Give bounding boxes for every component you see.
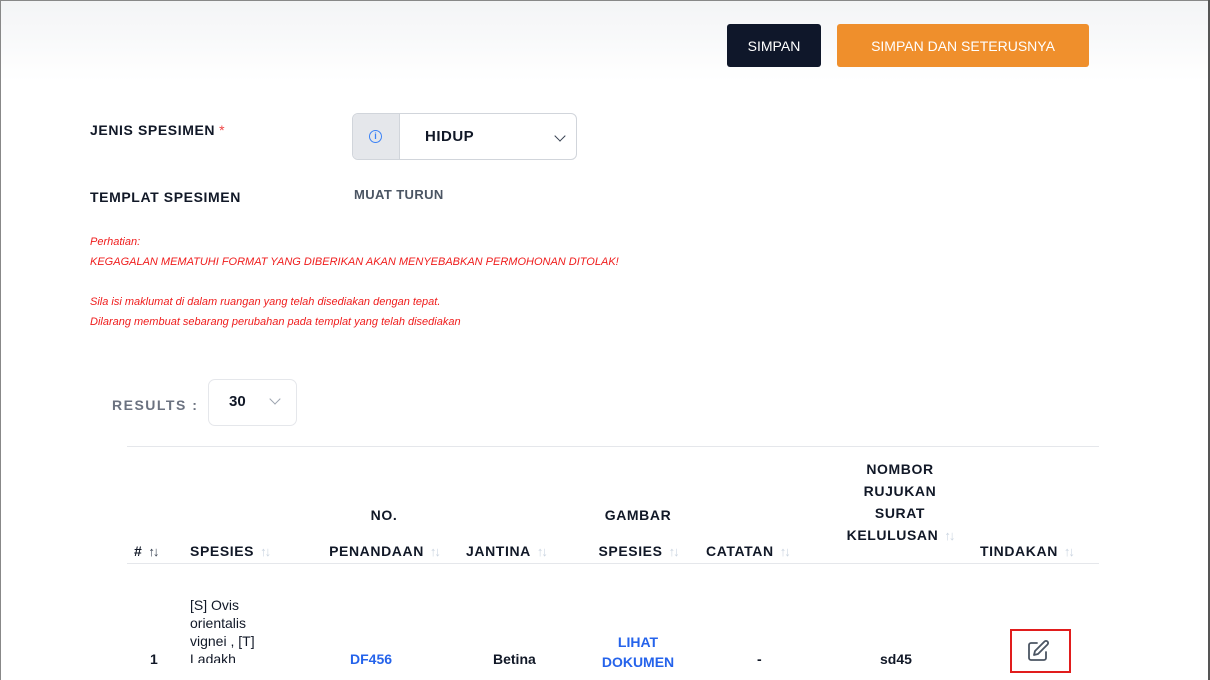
cell-no: 1 [150,651,158,667]
select-addon: i [353,114,400,159]
table-header-divider [127,563,1099,564]
sort-icon: ↑↓ [1063,544,1075,559]
sort-icon: ↑↓ [148,544,159,559]
cell-species-line1: [S] Ovis [190,597,240,613]
save-and-continue-button[interactable]: SIMPAN DAN SETERUSNYA [837,24,1089,67]
tag-number-link[interactable]: DF456 [350,651,392,667]
column-header-tag[interactable]: NO. PENANDAAN ↑↓ [296,506,472,561]
specimen-type-label: JENIS SPESIMEN * [90,122,225,138]
sort-icon: ↑↓ [779,544,791,559]
column-header-notes[interactable]: CATATAN ↑↓ [706,542,791,561]
column-header-gender[interactable]: JANTINA ↑↓ [466,542,548,561]
cell-species-line4: Ladakh [190,651,236,663]
column-header-ref-line1: NOMBOR [866,461,934,477]
column-header-image[interactable]: GAMBAR SPESIES ↑↓ [572,506,704,561]
results-label: RESULTS : [112,397,199,413]
notice-heading: Perhatian: [90,236,141,248]
table-top-divider [127,446,1099,447]
notice-line-1: KEGAGALAN MEMATUHI FORMAT YANG DIBERIKAN… [90,256,619,268]
view-document-line2: DOKUMEN [601,654,675,670]
cell-gender: Betina [493,651,536,667]
sort-icon: ↑↓ [536,544,548,559]
column-header-action-label: TINDAKAN [980,543,1058,559]
column-header-tag-line1: NO. [370,507,398,523]
sort-icon: ↑↓ [429,544,441,559]
results-per-page-value: 30 [229,393,246,410]
column-header-no[interactable]: # ↑↓ [134,542,159,561]
frame-border-left [0,0,1,680]
column-header-gender-label: JANTINA [466,543,531,559]
column-header-ref-line3: SURAT [874,505,926,521]
specimen-type-select[interactable]: i HIDUP [352,113,577,160]
column-header-approval-ref[interactable]: NOMBOR RUJUKAN SURAT KELULUSAN ↑↓ [826,460,974,545]
page: SIMPAN SIMPAN DAN SETERUSNYA JENIS SPESI… [0,0,1210,680]
cell-species-line2: orientalis [190,615,247,631]
column-header-image-line2: SPESIES [598,543,663,559]
notice-line-2: Sila isi maklumat di dalam ruangan yang … [90,296,441,308]
column-header-notes-label: CATATAN [706,543,774,559]
frame-border-top [0,0,1210,1]
specimen-type-label-text: JENIS SPESIMEN [90,122,216,138]
download-template-link[interactable]: MUAT TURUN [354,187,444,202]
info-icon: i [369,130,382,143]
edit-icon [1028,640,1049,661]
view-document-link[interactable]: LIHAT DOKUMEN [588,632,688,672]
sort-icon: ↑↓ [944,528,955,543]
column-header-image-line1: GAMBAR [604,507,672,523]
view-document-line1: LIHAT [617,634,659,650]
sort-icon: ↑↓ [668,544,680,559]
column-header-ref-line4: KELULUSAN [846,527,939,543]
column-header-species[interactable]: SPESIES ↑↓ [190,542,271,561]
column-header-tag-line2: PENANDAAN [329,543,424,559]
save-button[interactable]: SIMPAN [727,24,821,67]
specimen-template-label: TEMPLAT SPESIMEN [90,189,241,205]
column-header-species-label: SPESIES [190,543,255,559]
cell-species: [S] Ovis orientalis vignei , [T] Ladakh [190,596,255,663]
cell-approval-ref: sd45 [880,651,912,667]
sort-icon: ↑↓ [260,544,271,559]
chevron-down-icon [269,393,281,405]
cell-notes: - [757,651,762,667]
notice-line-3: Dilarang membuat sebarang perubahan pada… [90,316,461,328]
specimen-type-value: HIDUP [425,128,475,145]
column-header-no-label: # [134,543,143,559]
edit-button[interactable] [1010,629,1071,673]
required-mark: * [219,122,226,138]
column-header-action[interactable]: TINDAKAN ↑↓ [980,542,1075,561]
column-header-ref-line2: RUJUKAN [863,483,937,499]
chevron-down-icon [554,130,566,142]
results-per-page-select[interactable]: 30 [208,379,297,426]
cell-species-line3: vignei , [T] [190,633,255,649]
